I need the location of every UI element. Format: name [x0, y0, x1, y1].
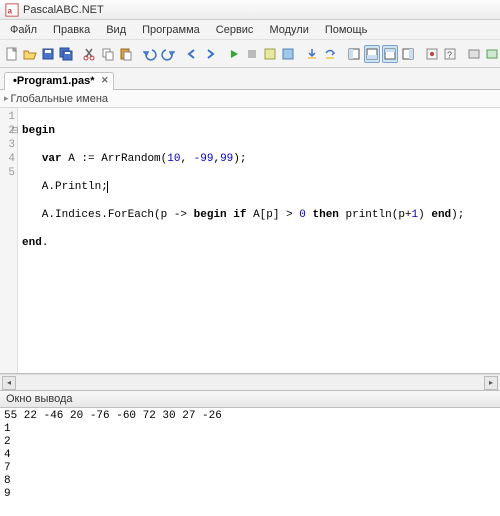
svg-text:?: ? [447, 50, 452, 60]
code-line: A.Println; [22, 180, 496, 194]
horizontal-scrollbar[interactable]: ◂ ▸ [0, 374, 500, 390]
code-editor[interactable]: 1 2 3 4 5 ⊟begin var A := ArrRandom(10, … [0, 108, 500, 374]
menu-edit[interactable]: Правка [47, 22, 96, 38]
step-into-button[interactable] [304, 45, 320, 63]
panel3-button[interactable] [382, 45, 398, 63]
scroll-right-icon[interactable]: ▸ [484, 376, 498, 390]
stop-button[interactable] [244, 45, 260, 63]
tab-program1[interactable]: •Program1.pas* ✕ [4, 72, 114, 90]
code-line: ⊟begin [22, 124, 496, 138]
line-number: 1 [0, 110, 15, 124]
menu-service[interactable]: Сервис [210, 22, 260, 38]
text-caret [107, 181, 108, 193]
open-file-button[interactable] [22, 45, 38, 63]
menu-view[interactable]: Вид [100, 22, 132, 38]
output-text: 55 22 -46 20 -76 -60 72 30 27 -26 1 2 4 … [4, 410, 222, 500]
paste-button[interactable] [118, 45, 134, 63]
toolbar: ? [0, 40, 500, 68]
menu-file[interactable]: Файл [4, 22, 43, 38]
line-number: 3 [0, 138, 15, 152]
menu-modules[interactable]: Модули [263, 22, 314, 38]
nav-forward-button[interactable] [202, 45, 218, 63]
scope-expand-icon[interactable]: ▸ [4, 93, 9, 104]
panel1-button[interactable] [346, 45, 362, 63]
menu-program[interactable]: Программа [136, 22, 206, 38]
code-area[interactable]: ⊟begin var A := ArrRandom(10, -99,99); A… [18, 108, 500, 373]
undo-button[interactable] [142, 45, 158, 63]
fold-icon[interactable]: ⊟ [11, 124, 19, 138]
new-file-button[interactable] [4, 45, 20, 63]
tab-close-icon[interactable]: ✕ [101, 75, 109, 86]
redo-button[interactable] [160, 45, 176, 63]
save-button[interactable] [40, 45, 56, 63]
run-button[interactable] [226, 45, 242, 63]
code-line: end. [22, 236, 496, 250]
line-number: 5 [0, 166, 15, 180]
nav-back-button[interactable] [184, 45, 200, 63]
tab-strip: •Program1.pas* ✕ [0, 68, 500, 90]
svg-text:a: a [8, 6, 13, 15]
save-all-button[interactable] [58, 45, 74, 63]
code-line: var A := ArrRandom(10, -99,99); [22, 152, 496, 166]
title-bar: a PascalABC.NET [0, 0, 500, 20]
extra2-button[interactable]: ? [442, 45, 458, 63]
extra3-button[interactable] [466, 45, 482, 63]
menu-bar: Файл Правка Вид Программа Сервис Модули … [0, 20, 500, 40]
cut-button[interactable] [82, 45, 98, 63]
scroll-left-icon[interactable]: ◂ [2, 376, 16, 390]
scope-bar[interactable]: ▸ Глобальные имена [0, 90, 500, 108]
code-line: A.Indices.ForEach(p -> begin if A[p] > 0… [22, 208, 496, 222]
menu-help[interactable]: Помощь [319, 22, 374, 38]
extra4-button[interactable] [484, 45, 500, 63]
extra1-button[interactable] [424, 45, 440, 63]
output-panel-header[interactable]: Окно вывода [0, 390, 500, 408]
compile-button[interactable] [262, 45, 278, 63]
app-icon: a [5, 3, 19, 17]
output-title: Окно вывода [6, 393, 73, 405]
panel4-button[interactable] [400, 45, 416, 63]
build-button[interactable] [280, 45, 296, 63]
line-gutter: 1 2 3 4 5 [0, 108, 18, 373]
step-over-button[interactable] [322, 45, 338, 63]
panel2-button[interactable] [364, 45, 380, 63]
tab-label: •Program1.pas* [13, 75, 95, 87]
output-panel-body[interactable]: 55 22 -46 20 -76 -60 72 30 27 -26 1 2 4 … [0, 408, 500, 516]
app-title: PascalABC.NET [23, 4, 104, 16]
scope-label: Глобальные имена [11, 93, 109, 105]
line-number: 4 [0, 152, 15, 166]
copy-button[interactable] [100, 45, 116, 63]
